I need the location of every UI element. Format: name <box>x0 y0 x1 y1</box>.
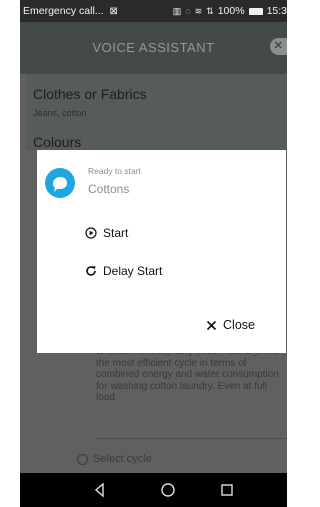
page-title: VOICE ASSISTANT <box>92 40 215 55</box>
select-cycle-label: Select cycle <box>93 453 152 465</box>
info-card: Clothes or Fabrics Jeans, cotton Colours <box>26 74 287 150</box>
play-circle-icon <box>85 227 97 239</box>
close-icon <box>206 320 217 330</box>
program-name: Cottons <box>88 182 130 196</box>
app-header: VOICE ASSISTANT ✕ <box>20 22 287 74</box>
clock: 15:3 <box>266 5 287 17</box>
divider <box>96 438 287 439</box>
carrier-text: Emergency call... <box>23 5 104 17</box>
select-cycle-button[interactable]: Select cycle <box>77 453 152 465</box>
start-button[interactable]: Start <box>85 226 128 240</box>
sim-icon: ⊠ <box>109 5 118 17</box>
section-value-clothes: Jeans, cotton <box>33 108 87 118</box>
recents-icon[interactable] <box>219 482 235 498</box>
signal-icon: ▥ <box>172 5 182 16</box>
vibrate-icon: ◌ <box>185 6 191 16</box>
home-icon[interactable] <box>160 482 176 498</box>
refresh-icon <box>86 266 96 276</box>
status-bar: Emergency call... ⊠ ▥ ◌ ≋ ⇅ 100% 15:3 <box>20 0 287 22</box>
start-label: Start <box>103 226 129 240</box>
delay-start-button[interactable]: Delay Start <box>85 264 162 278</box>
battery-icon <box>248 7 263 15</box>
navigation-bar <box>20 473 287 507</box>
section-title-clothes: Clothes or Fabrics <box>33 86 147 102</box>
close-label: Close <box>223 318 255 332</box>
wifi-icon: ≋ <box>194 5 203 16</box>
delay-start-label: Delay Start <box>103 264 163 278</box>
play-circle-icon <box>77 453 88 465</box>
start-dialog: Ready to start Cottons Start Delay Start… <box>37 150 286 353</box>
close-icon[interactable]: ✕ <box>270 38 287 55</box>
status-icons: ▥ ◌ ≋ ⇅ 100% 15:3 <box>173 0 287 22</box>
battery-percent: 100% <box>217 5 245 17</box>
cycle-description: to clean normally dirty cotton laundry. … <box>96 346 279 403</box>
close-button[interactable]: Close <box>206 318 255 332</box>
section-title-colours: Colours <box>33 134 82 150</box>
back-icon[interactable] <box>92 482 108 498</box>
status-text: Ready to start <box>88 166 141 176</box>
data-icon: ⇅ <box>206 5 214 16</box>
assistant-avatar <box>45 168 75 198</box>
chat-bubble-icon <box>53 177 67 192</box>
